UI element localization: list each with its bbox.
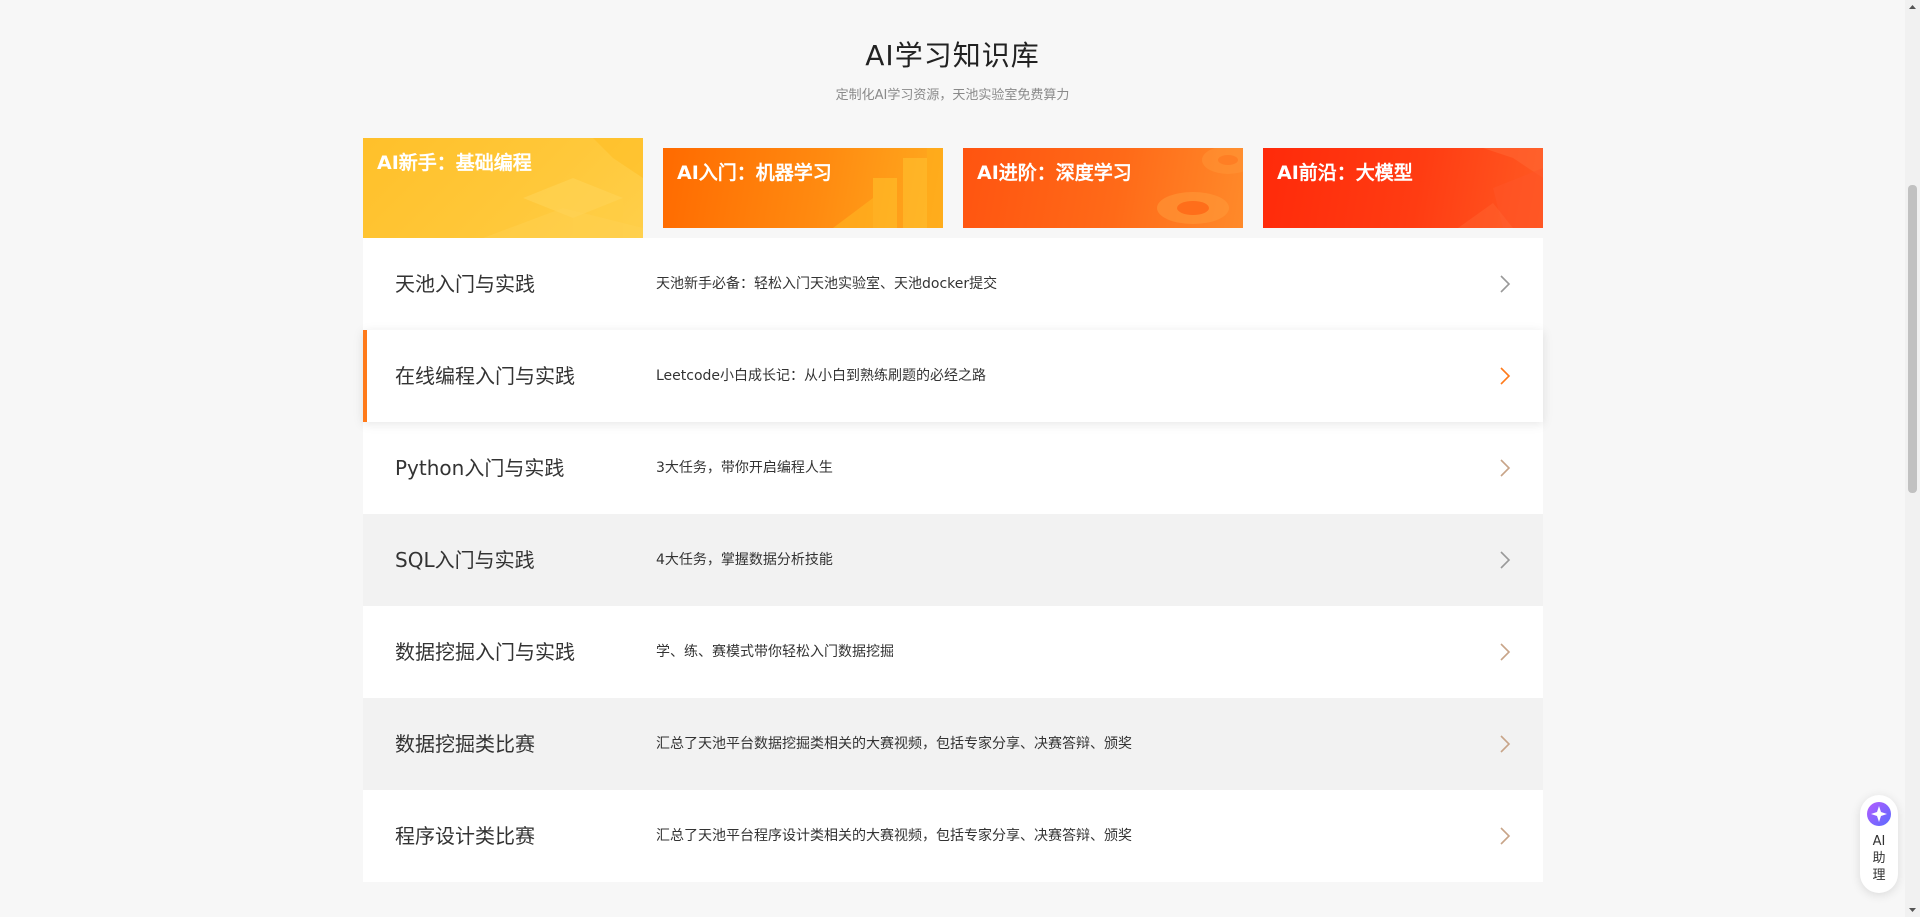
course-description: 汇总了天池平台程序设计类相关的大赛视频，包括专家分享、决赛答辩、颁奖 (656, 828, 1132, 844)
chevron-right-icon (1500, 367, 1511, 385)
chevron-right-icon (1500, 459, 1511, 477)
course-row[interactable]: SQL入门与实践 4大任务，掌握数据分析技能 (363, 514, 1543, 606)
course-row[interactable]: 程序设计类比赛 汇总了天池平台程序设计类相关的大赛视频，包括专家分享、决赛答辩、… (363, 790, 1543, 882)
tab-label: AI进阶：深度学习 (977, 162, 1132, 184)
page: AI学习知识库 定制化AI学习资源，天池实验室免费算力 AI新手：基础编程 AI… (0, 0, 1920, 917)
chevron-right-icon (1500, 643, 1511, 661)
course-title: 程序设计类比赛 (395, 824, 535, 848)
course-description: 4大任务，掌握数据分析技能 (656, 552, 833, 568)
course-description: Leetcode小白成长记：从小白到熟练刷题的必经之路 (656, 368, 987, 384)
course-row[interactable]: 天池入门与实践 天池新手必备：轻松入门天池实验室、天池docker提交 (363, 238, 1543, 330)
page-title: AI学习知识库 (865, 39, 1040, 72)
chevron-right-icon (1500, 551, 1511, 569)
sparkle-icon (1867, 802, 1891, 826)
course-description: 汇总了天池平台数据挖掘类相关的大赛视频，包括专家分享、决赛答辩、颁奖 (656, 736, 1132, 752)
course-title: SQL入门与实践 (395, 548, 535, 572)
tab-ai-intro-ml[interactable]: AI入门：机器学习 (663, 148, 943, 228)
tab-ai-beginner[interactable]: AI新手：基础编程 (363, 138, 643, 238)
ai-assistant-label: AI助理 (1872, 834, 1886, 883)
course-title: 数据挖掘类比赛 (395, 732, 535, 756)
course-title: 在线编程入门与实践 (395, 364, 575, 388)
tab-label: AI入门：机器学习 (677, 162, 832, 184)
course-description: 天池新手必备：轻松入门天池实验室、天池docker提交 (656, 276, 998, 292)
course-title: 数据挖掘入门与实践 (395, 640, 575, 664)
chevron-right-icon (1500, 275, 1511, 293)
ai-assistant-button[interactable]: AI助理 (1860, 795, 1898, 893)
scroll-up-icon[interactable] (1905, 0, 1920, 15)
course-description: 学、练、赛模式带你轻松入门数据挖掘 (656, 644, 894, 660)
scrollbar-thumb[interactable] (1908, 185, 1917, 493)
scrollbar[interactable] (1905, 0, 1920, 917)
course-row[interactable]: Python入门与实践 3大任务，带你开启编程人生 (363, 422, 1543, 514)
course-row[interactable]: 数据挖掘入门与实践 学、练、赛模式带你轻松入门数据挖掘 (363, 606, 1543, 698)
tab-label: AI前沿：大模型 (1277, 162, 1413, 184)
tab-label: AI新手：基础编程 (377, 152, 532, 174)
course-row[interactable]: 在线编程入门与实践 Leetcode小白成长记：从小白到熟练刷题的必经之路 (363, 330, 1543, 422)
scroll-down-icon[interactable] (1905, 902, 1920, 917)
tab-ai-advanced-dl[interactable]: AI进阶：深度学习 (963, 148, 1243, 228)
page-subtitle: 定制化AI学习资源，天池实验室免费算力 (835, 88, 1070, 103)
chevron-right-icon (1500, 827, 1511, 845)
course-list: 天池入门与实践 天池新手必备：轻松入门天池实验室、天池docker提交 在线编程… (363, 238, 1543, 882)
chevron-right-icon (1500, 735, 1511, 753)
tab-ai-frontier-llm[interactable]: AI前沿：大模型 (1263, 148, 1543, 228)
category-tabs: AI新手：基础编程 AI入门：机器学习 AI进阶：深度学习 AI前沿：大模型 (363, 138, 1543, 238)
course-row[interactable]: 数据挖掘类比赛 汇总了天池平台数据挖掘类相关的大赛视频，包括专家分享、决赛答辩、… (363, 698, 1543, 790)
course-description: 3大任务，带你开启编程人生 (656, 460, 833, 476)
course-title: Python入门与实践 (395, 456, 565, 480)
course-title: 天池入门与实践 (395, 272, 535, 296)
